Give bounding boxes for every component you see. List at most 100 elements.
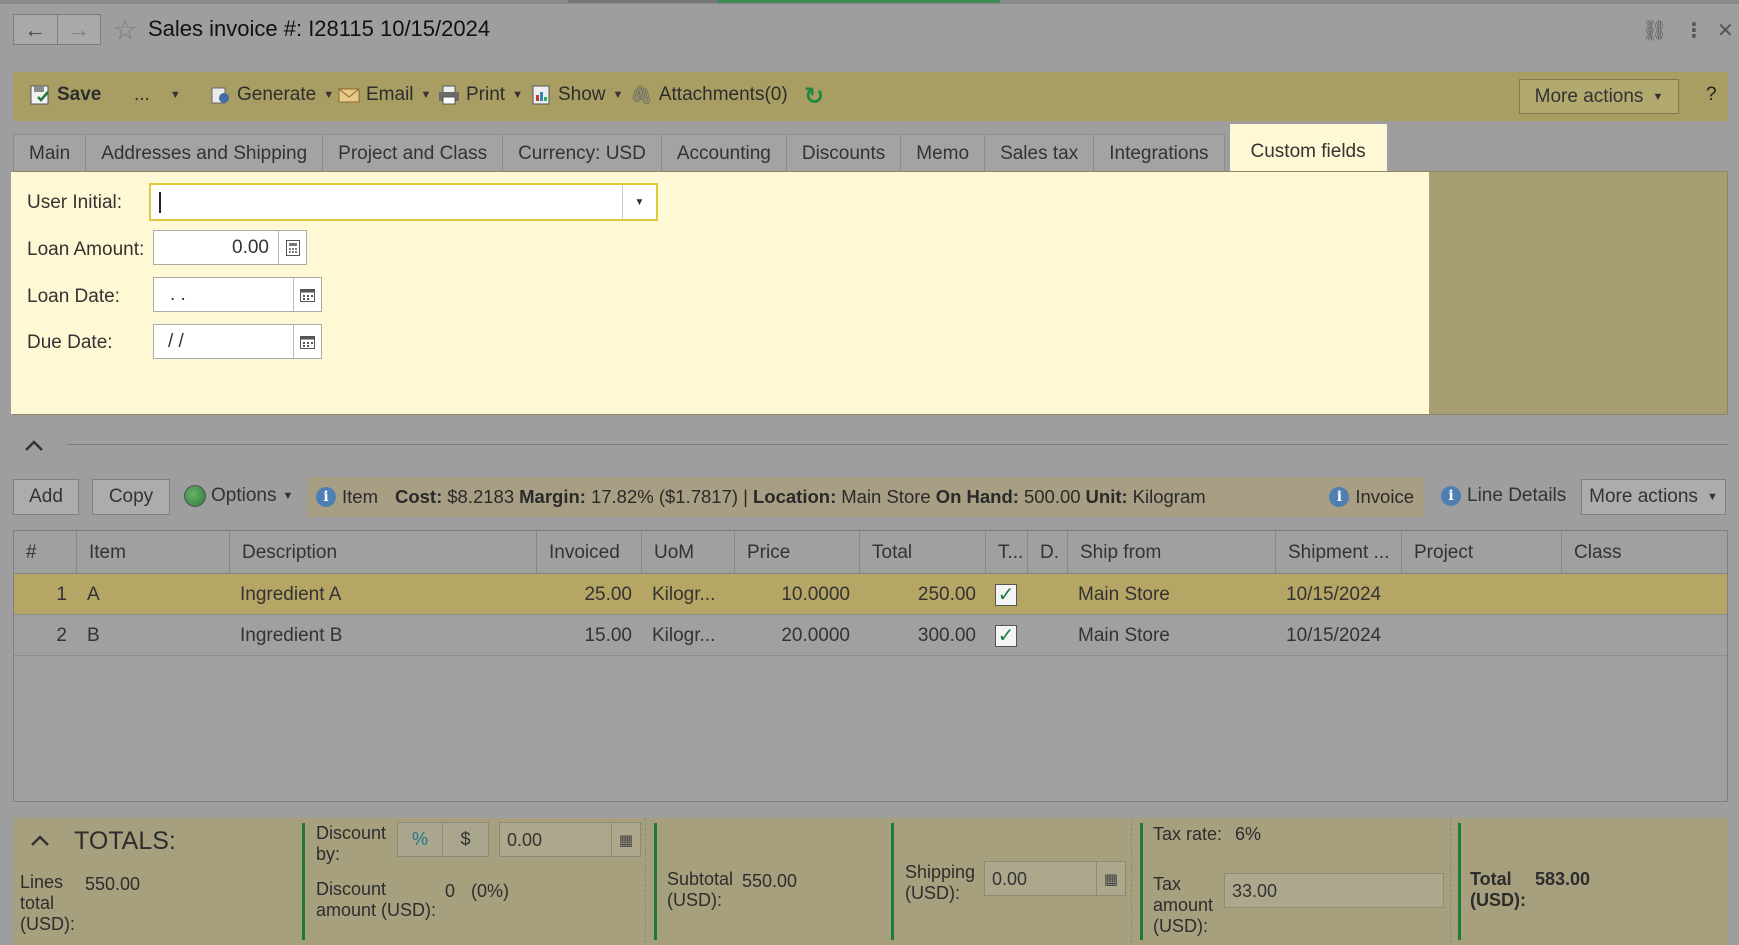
back-arrow-icon[interactable]: ← xyxy=(14,15,57,44)
globe-icon xyxy=(184,485,206,507)
calculator-icon[interactable]: ▦ xyxy=(611,823,640,856)
shipping-input[interactable]: 0.00 ▦ xyxy=(984,861,1126,896)
more-save-options-button[interactable]: ... ▼ xyxy=(134,84,181,106)
column-header-price[interactable]: Price xyxy=(735,531,860,574)
table-row[interactable]: 2 B Ingredient B 15.00 Kilogr... 20.0000… xyxy=(14,615,1727,656)
tab-currency[interactable]: Currency: USD xyxy=(502,134,662,172)
checkbox-checked-icon[interactable]: ✓ xyxy=(995,583,1017,606)
column-header-item[interactable]: Item xyxy=(77,531,230,574)
calendar-icon[interactable] xyxy=(293,325,321,358)
due-date-input[interactable]: / / xyxy=(153,324,322,359)
invoice-lines-grid: # Item Description Invoiced UoM Price To… xyxy=(13,530,1728,802)
invoiced-cell[interactable]: 25.00 xyxy=(537,574,642,615)
column-header-discount[interactable]: D. xyxy=(1028,531,1068,574)
column-header-ship-from[interactable]: Ship from xyxy=(1068,531,1276,574)
tab-memo[interactable]: Memo xyxy=(900,134,986,172)
generate-button[interactable]: Generate ▼ xyxy=(209,84,334,106)
info-item-label[interactable]: Item xyxy=(342,486,378,508)
link-icon[interactable]: ⛓ xyxy=(1642,18,1667,43)
tab-discounts[interactable]: Discounts xyxy=(785,134,902,172)
add-row-button[interactable]: Add xyxy=(13,479,79,515)
print-label: Print xyxy=(466,84,506,105)
forward-arrow-icon[interactable]: → xyxy=(56,15,101,44)
collapse-header-chevron-up-icon[interactable] xyxy=(24,435,44,458)
discount-input[interactable]: 0.00 ▦ xyxy=(499,822,641,857)
attachments-button[interactable]: 🖇 Attachments(0) xyxy=(630,84,788,106)
favorite-star-icon[interactable]: ☆ xyxy=(113,15,137,46)
chevron-down-icon[interactable]: ▼ xyxy=(622,185,656,219)
project-cell[interactable] xyxy=(1402,574,1562,615)
show-button[interactable]: Show ▼ xyxy=(530,84,623,106)
item-info-bar: i Item Cost: $8.2183 Margin: 17.82% ($1.… xyxy=(307,477,1424,517)
loan-date-input[interactable]: . . xyxy=(153,277,322,312)
save-button[interactable]: Save xyxy=(29,84,101,106)
shipment-date-cell[interactable]: 10/15/2024 xyxy=(1276,615,1402,656)
tab-integrations[interactable]: Integrations xyxy=(1093,134,1225,172)
separator xyxy=(891,823,894,940)
refresh-button[interactable]: ↻ xyxy=(804,82,824,111)
ship-from-cell[interactable]: Main Store xyxy=(1068,574,1276,615)
kebab-menu-icon[interactable]: ⋮ xyxy=(1684,18,1704,43)
save-label: Save xyxy=(57,84,102,105)
collapse-totals-chevron-up-icon[interactable] xyxy=(30,830,50,853)
taxable-cell[interactable]: ✓ xyxy=(986,574,1028,615)
column-header-project[interactable]: Project xyxy=(1402,531,1562,574)
class-cell[interactable] xyxy=(1562,574,1729,615)
tab-custom-fields[interactable]: Custom fields xyxy=(1229,130,1387,172)
tab-project-and-class[interactable]: Project and Class xyxy=(322,134,504,172)
price-cell[interactable]: 10.0000 xyxy=(735,574,860,615)
location-value: Main Store xyxy=(841,486,931,507)
uom-cell[interactable]: Kilogr... xyxy=(642,615,735,656)
user-initial-combobox[interactable]: ▼ xyxy=(149,183,658,221)
calculator-icon[interactable] xyxy=(278,231,306,264)
table-row[interactable]: 1 A Ingredient A 25.00 Kilogr... 10.0000… xyxy=(14,574,1727,615)
options-button[interactable]: Options ▼ xyxy=(184,485,293,507)
grid-more-actions-button[interactable]: More actions ▼ xyxy=(1581,479,1726,515)
cost-value: $8.2183 xyxy=(447,486,515,507)
tab-main[interactable]: Main xyxy=(13,134,87,172)
calculator-icon[interactable]: ▦ xyxy=(1096,862,1125,895)
invoiced-cell[interactable]: 15.00 xyxy=(537,615,642,656)
loan-amount-value: 0.00 xyxy=(232,237,269,258)
column-header-uom[interactable]: UoM xyxy=(642,531,735,574)
shipping-label: Shipping (USD): xyxy=(905,862,976,903)
loan-amount-input[interactable]: 0.00 xyxy=(153,230,307,265)
checkbox-checked-icon[interactable]: ✓ xyxy=(995,624,1017,647)
tab-addresses-and-shipping[interactable]: Addresses and Shipping xyxy=(85,134,324,172)
help-button[interactable]: ? xyxy=(1706,84,1717,106)
description-cell[interactable]: Ingredient B xyxy=(230,615,537,656)
save-icon xyxy=(30,85,49,105)
column-header-class[interactable]: Class xyxy=(1562,531,1729,574)
tab-sales-tax[interactable]: Sales tax xyxy=(984,134,1095,172)
line-details-button[interactable]: i Line Details xyxy=(1441,485,1566,507)
uom-cell[interactable]: Kilogr... xyxy=(642,574,735,615)
discount-percent-toggle[interactable]: % xyxy=(397,822,443,857)
margin-label: Margin: xyxy=(519,486,586,507)
item-cell[interactable]: A xyxy=(77,574,230,615)
tab-accounting[interactable]: Accounting xyxy=(660,134,787,172)
project-cell[interactable] xyxy=(1402,615,1562,656)
taxable-cell[interactable]: ✓ xyxy=(986,615,1028,656)
column-header-description[interactable]: Description xyxy=(230,531,537,574)
discount-by-label: Discount by: xyxy=(316,823,387,864)
shipment-date-cell[interactable]: 10/15/2024 xyxy=(1276,574,1402,615)
invoice-info-link[interactable]: i Invoice xyxy=(1329,486,1414,508)
price-cell[interactable]: 20.0000 xyxy=(735,615,860,656)
email-button[interactable]: Email ▼ xyxy=(338,84,431,106)
margin-value: 17.82% ($1.7817) | xyxy=(590,486,748,507)
column-header-taxable[interactable]: T... xyxy=(986,531,1028,574)
close-icon[interactable]: ✕ xyxy=(1717,18,1734,43)
calendar-icon[interactable] xyxy=(293,278,321,311)
column-header-number[interactable]: # xyxy=(14,531,77,574)
discount-dollar-toggle[interactable]: $ xyxy=(442,822,489,857)
ship-from-cell[interactable]: Main Store xyxy=(1068,615,1276,656)
class-cell[interactable] xyxy=(1562,615,1729,656)
print-button[interactable]: Print ▼ xyxy=(438,84,523,106)
column-header-shipment-date[interactable]: Shipment ... xyxy=(1276,531,1402,574)
more-actions-button[interactable]: More actions ▼ xyxy=(1519,79,1679,114)
column-header-invoiced[interactable]: Invoiced xyxy=(537,531,642,574)
item-cell[interactable]: B xyxy=(77,615,230,656)
copy-row-button[interactable]: Copy xyxy=(92,479,170,515)
column-header-total[interactable]: Total xyxy=(860,531,986,574)
description-cell[interactable]: Ingredient A xyxy=(230,574,537,615)
